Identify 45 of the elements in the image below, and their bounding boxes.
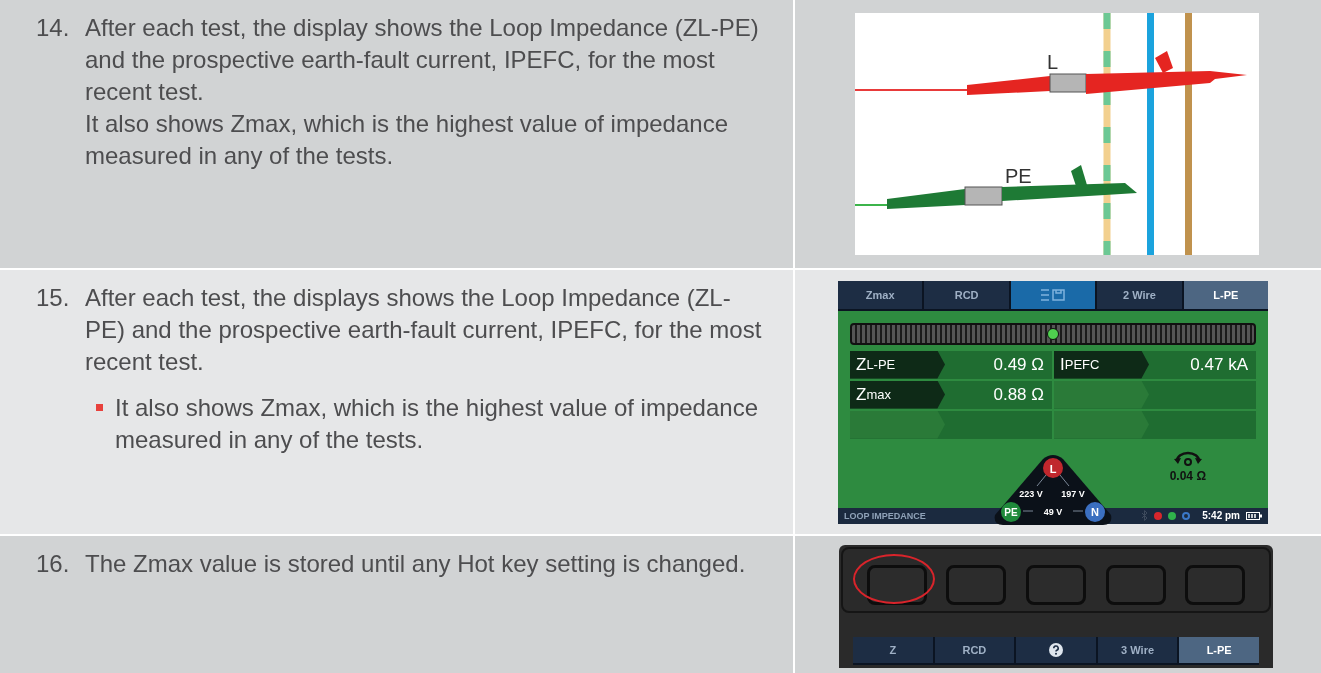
hot-key-tab[interactable]: RCD bbox=[934, 637, 1015, 663]
battery-icon bbox=[1246, 511, 1262, 520]
help-icon bbox=[1049, 643, 1063, 657]
clock-time: 5:42 pm bbox=[1202, 510, 1240, 521]
reading-label: Zmax bbox=[850, 380, 945, 409]
step-text: After each test, the displays shows the Loop Impedance (ZL-PE) and the prospective earth-fault current, IPEFC, for the most recent test. bbox=[85, 283, 763, 377]
bullet-icon bbox=[96, 404, 103, 411]
save-icon bbox=[1040, 288, 1066, 301]
bullet-text: It also shows Zmax, which is the highest value of impedance measured in any of the tests. bbox=[115, 393, 759, 455]
mode-label: LOOP IMPEDANCE bbox=[844, 510, 926, 521]
hot-key-tab[interactable]: L-PE bbox=[1183, 280, 1269, 309]
node-marker bbox=[1043, 457, 1063, 478]
node-label: N bbox=[1091, 505, 1099, 518]
reading-label: ZL-PE bbox=[850, 350, 945, 379]
step-text: It also shows Zmax, which is the highest value of impedance measured in any of the tests. bbox=[85, 109, 729, 171]
hot-key-tab[interactable]: L-PE bbox=[1179, 637, 1259, 663]
hot-key[interactable] bbox=[866, 565, 927, 605]
step-text: After each test, the display shows the Loop Impedance (ZL-PE) and the prospective earth-fault current, IPEFC, for the most recent test. bbox=[85, 13, 760, 107]
step-number: 14. bbox=[36, 13, 71, 43]
node-label: PE bbox=[1004, 506, 1018, 518]
hot-key-tab[interactable] bbox=[1010, 280, 1096, 309]
step-number: 15. bbox=[36, 283, 71, 313]
step-number: 16. bbox=[36, 549, 71, 579]
reading-label: IPEFC bbox=[1054, 350, 1149, 379]
reading-value: 0.47 kA bbox=[1189, 354, 1249, 375]
hot-key-tab[interactable]: RCD bbox=[924, 280, 1009, 309]
reading-value: 0.88 Ω bbox=[992, 384, 1045, 405]
node-marker bbox=[1085, 501, 1105, 522]
node-marker bbox=[1001, 501, 1021, 522]
bluetooth-icon bbox=[1141, 510, 1149, 521]
hot-key-tab[interactable] bbox=[1016, 637, 1096, 663]
null-value: 0.04 Ω bbox=[1169, 468, 1206, 483]
hot-key-tab[interactable]: 2 Wire bbox=[1097, 280, 1182, 309]
node-label: L bbox=[1049, 462, 1057, 474]
lead-label: PE bbox=[1005, 165, 1032, 187]
voltage-reading: 49 V bbox=[1043, 506, 1063, 516]
reading-value: 0.49 Ω bbox=[992, 354, 1045, 375]
voltage-reading: 223 V bbox=[1019, 488, 1043, 499]
rotate-icon bbox=[1172, 450, 1203, 467]
hot-key-tab[interactable]: Z bbox=[853, 637, 933, 663]
lead-label: L bbox=[1047, 51, 1059, 73]
hot-key-tab[interactable]: Zmax bbox=[838, 280, 923, 309]
step-text: The Zmax value is stored until any Hot key setting is changed. bbox=[85, 549, 747, 579]
voltage-reading: 197 V bbox=[1061, 488, 1085, 499]
hot-key-tab[interactable]: 3 Wire bbox=[1097, 637, 1178, 663]
